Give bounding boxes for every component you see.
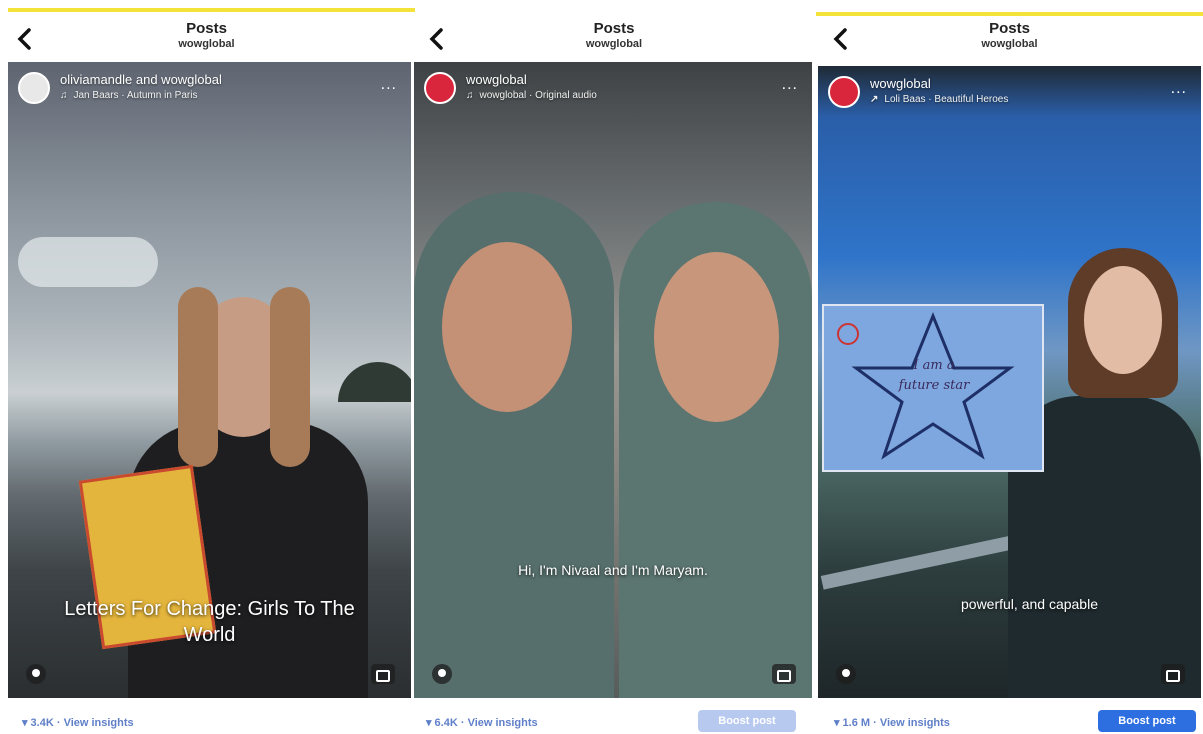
post-header-bar: wowglobal ♫ wowglobal · Original audio ..… [414,68,812,108]
post-header-bar: oliviamandle and wowglobal ♫ Jan Baars · … [8,68,411,108]
video-caption: Hi, I'm Nivaal and I'm Maryam. [518,562,708,578]
play-icon: ▾ [22,717,28,729]
person-right-face [654,252,779,422]
person-icon[interactable] [836,664,856,684]
post-author[interactable]: wowglobal [870,76,931,91]
avatar[interactable] [424,72,456,104]
audio-track[interactable]: ↗ Loli Baas · Beautiful Heroes [870,94,1008,105]
play-icon: ▾ [834,717,840,729]
cloud-decoration [18,237,158,287]
post-footer: ▾ 1.6 M · View insights Boost post [816,708,1203,734]
play-icon: ▾ [426,717,432,729]
page-title: Posts [186,20,227,37]
view-count: 6.4K [434,717,458,729]
person-icon[interactable] [432,664,452,684]
view-count: 1.6 M [842,717,871,729]
page-subtitle: wowglobal [981,38,1038,50]
person-left-face [442,242,572,412]
post-author[interactable]: wowglobal [466,72,527,87]
top-accent-line [8,8,415,12]
mute-icon[interactable] [772,664,796,684]
boost-post-button[interactable]: Boost post [1098,710,1196,732]
post-footer: ▾ 6.4K · View insights Boost post [412,708,816,734]
view-insights-link[interactable]: View insights [468,717,538,729]
more-icon[interactable]: ... [782,76,798,94]
page-title: Posts [593,20,635,37]
posts-header: Posts wowglobal [412,16,816,62]
posts-header: Posts wowglobal [816,16,1203,62]
view-count: 3.4K [30,717,54,729]
boost-post-button[interactable]: Boost post [698,710,796,732]
audio-label: Jan Baars · Autumn in Paris [73,90,198,101]
post-media[interactable]: I am a future star wowglobal ↗ Loli Baas … [818,66,1201,698]
post-stats: ▾ 6.4K · View insights [426,717,538,729]
page-title: Posts [989,20,1030,37]
page-subtitle: wowglobal [178,38,235,50]
post-author[interactable]: oliviamandle and wowglobal [60,72,222,87]
hair-right [270,287,310,467]
view-insights-link[interactable]: View insights [64,717,134,729]
trend-icon: ↗ [870,94,879,105]
post-panel-1: Posts wowglobal oliviamandle and wowglob… [0,0,413,734]
post-media[interactable]: wowglobal ♫ wowglobal · Original audio ..… [414,62,812,698]
post-panel-3: Posts wowglobal I am a future star wowgl… [816,0,1203,734]
view-insights-link[interactable]: View insights [880,717,950,729]
chevron-left-icon[interactable] [14,26,36,52]
audio-label: wowglobal · Original audio [479,90,597,101]
avatar[interactable] [18,72,50,104]
music-note-icon: ♫ [60,90,68,101]
post-footer: ▾ 3.4K · View insights [0,708,413,734]
mute-icon[interactable] [371,664,395,684]
post-stats: ▾ 1.6 M · View insights [834,717,950,729]
more-icon[interactable]: ... [381,76,397,94]
hair-left [178,287,218,467]
chevron-left-icon[interactable] [426,26,448,52]
audio-track[interactable]: ♫ Jan Baars · Autumn in Paris [60,90,197,101]
chevron-left-icon[interactable] [830,26,852,52]
post-stats: ▾ 3.4K · View insights [22,717,134,729]
post-header-bar: wowglobal ↗ Loli Baas · Beautiful Heroes … [818,72,1201,112]
audio-track[interactable]: ♫ wowglobal · Original audio [466,90,597,101]
more-icon[interactable]: ... [1171,80,1187,98]
post-media[interactable]: oliviamandle and wowglobal ♫ Jan Baars · … [8,62,411,698]
sign-board: I am a future star [822,304,1044,472]
video-caption: powerful, and capable [961,596,1098,612]
camera-icon[interactable] [26,664,46,684]
sign-text: I am a future star [898,358,970,393]
mute-icon[interactable] [1161,664,1185,684]
audio-label: Loli Baas · Beautiful Heroes [884,94,1009,105]
video-caption: Letters For Change: Girls To The World [64,598,355,646]
page-subtitle: wowglobal [585,38,643,50]
music-note-icon: ♫ [466,90,474,101]
post-panel-2: Posts wowglobal wowglobal ♫ wowglobal · O… [412,0,816,734]
posts-header: Posts wowglobal [0,16,413,62]
avatar[interactable] [828,76,860,108]
person-face [1084,266,1162,374]
